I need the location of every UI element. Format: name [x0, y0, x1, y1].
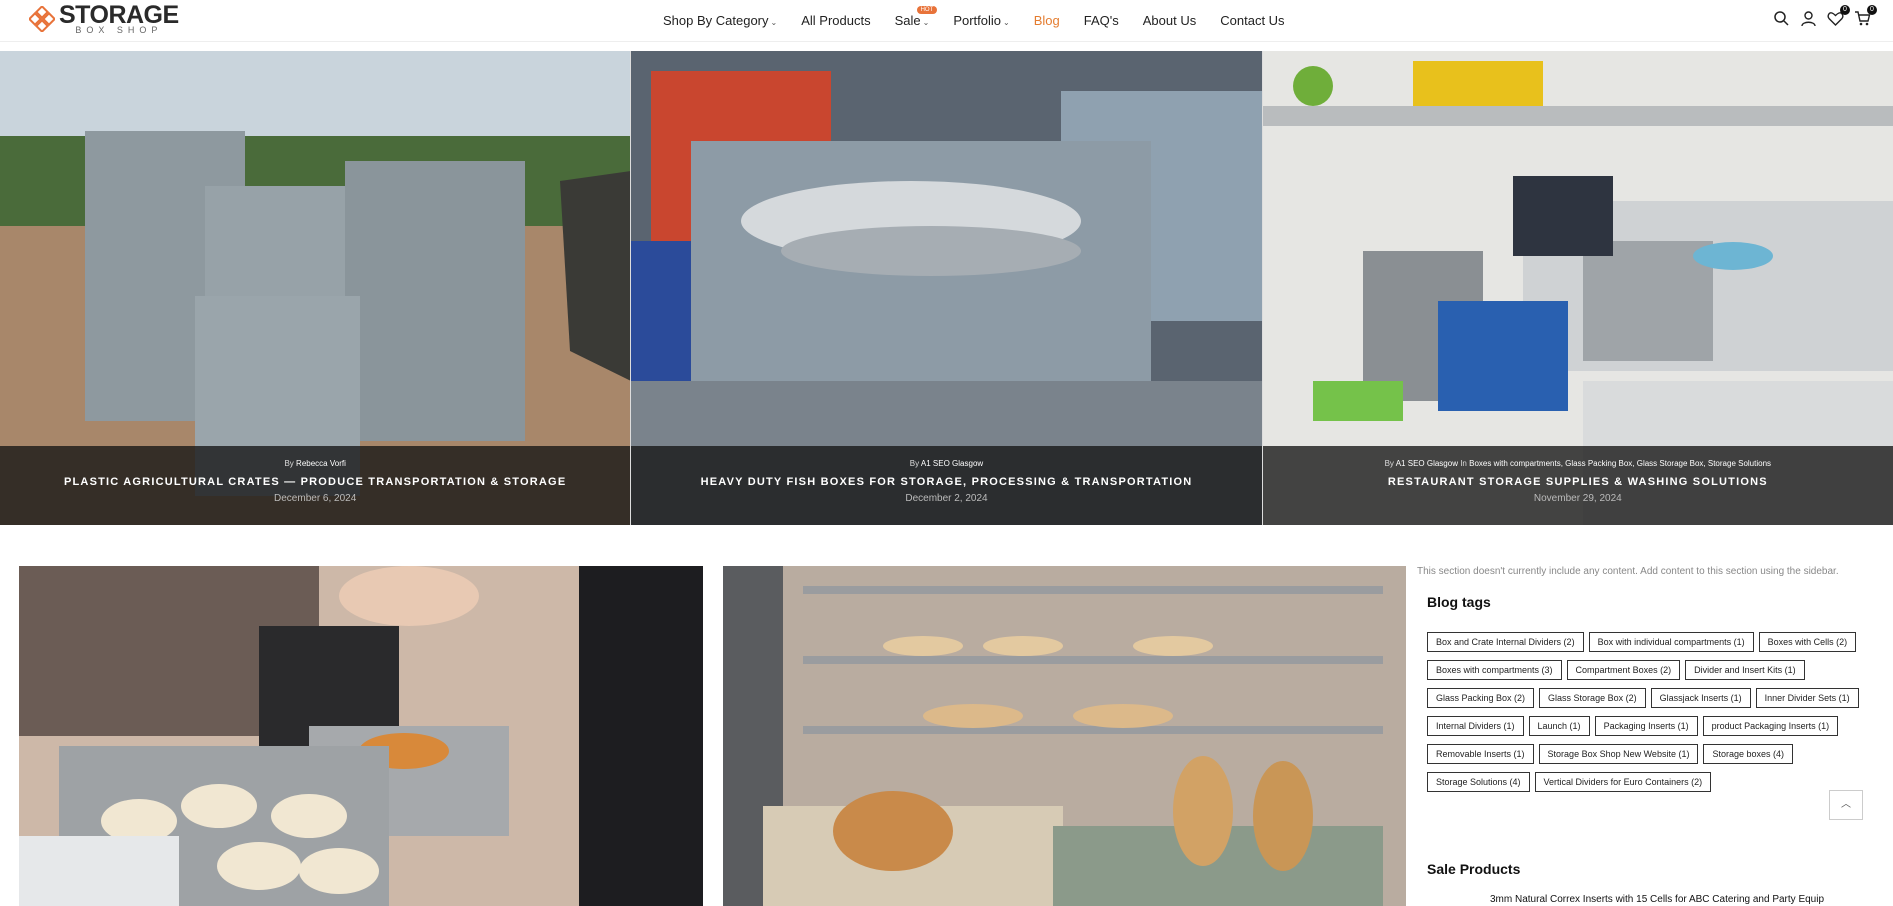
chevron-down-icon: ⌄: [1003, 17, 1010, 27]
nav-label: Portfolio: [953, 12, 1002, 28]
search-icon[interactable]: [1773, 10, 1790, 27]
hot-badge: HOT: [916, 5, 938, 14]
nav-label: Blog: [1033, 12, 1060, 28]
post-date: December 2, 2024: [905, 493, 988, 504]
featured-post-card[interactable]: By A1 SEO Glasgow In Boxes with compartm…: [1262, 51, 1893, 525]
header-icons: 0 0: [1773, 5, 1877, 27]
nav-sale[interactable]: Sale ⌄ HOT: [894, 5, 938, 28]
site-header: STORAGE BOX SHOP Shop By Category ⌄ All P…: [0, 0, 1893, 42]
post-meta: By A1 SEO Glasgow: [631, 459, 1261, 468]
tag-link[interactable]: Divider and Insert Kits (1): [1685, 660, 1805, 680]
nav-contact-us[interactable]: Contact Us: [1220, 13, 1284, 28]
post-author[interactable]: A1 SEO Glasgow: [921, 459, 983, 468]
chevron-down-icon: ⌄: [922, 17, 930, 27]
chevron-down-icon: ⌄: [770, 17, 778, 27]
post-author[interactable]: A1 SEO Glasgow: [1396, 459, 1458, 468]
tag-cloud: Box and Crate Internal Dividers (2) Box …: [1427, 632, 1867, 800]
nav-label: All Products: [801, 12, 871, 28]
nav-label: Contact Us: [1220, 12, 1285, 28]
cart-count-badge: 0: [1867, 5, 1877, 15]
post-date: November 29, 2024: [1533, 493, 1622, 504]
wishlist-count-badge: 0: [1840, 5, 1850, 15]
nav-about-us[interactable]: About Us: [1143, 13, 1196, 28]
featured-post-card[interactable]: By Rebecca Vorfi PLASTIC AGRICULTURAL CR…: [0, 51, 632, 525]
tag-link[interactable]: product Packaging Inserts (1): [1702, 716, 1839, 736]
tag-link[interactable]: Glassjack Inserts (1): [1650, 688, 1751, 708]
tag-link[interactable]: Boxes with compartments (3): [1427, 660, 1562, 680]
nav-all-products[interactable]: All Products: [801, 13, 870, 28]
tag-link[interactable]: Glass Storage Box (2): [1539, 688, 1646, 708]
post-title[interactable]: PLASTIC AGRICULTURAL CRATES — PRODUCE TR…: [0, 476, 630, 488]
logo-sub-text: BOX SHOP: [75, 25, 163, 35]
post-title[interactable]: HEAVY DUTY FISH BOXES FOR STORAGE, PROCE…: [631, 476, 1261, 488]
tag-link[interactable]: Storage Box Shop New Website (1): [1538, 744, 1699, 764]
post-categories[interactable]: Boxes with compartments, Glass Packing B…: [1469, 459, 1771, 468]
chevron-up-icon: ︿: [1841, 799, 1851, 810]
featured-posts: By Rebecca Vorfi PLASTIC AGRICULTURAL CR…: [0, 51, 1893, 525]
nav-label: Shop By Category: [663, 12, 769, 28]
tag-link[interactable]: Glass Packing Box (2): [1427, 688, 1535, 708]
nav-label: About Us: [1142, 12, 1197, 28]
nav-blog[interactable]: Blog: [1034, 13, 1060, 28]
post-image-bakery-racks: [723, 566, 1406, 906]
tag-link[interactable]: Packaging Inserts (1): [1594, 716, 1698, 736]
post-caption: By A1 SEO Glasgow HEAVY DUTY FISH BOXES …: [631, 446, 1262, 525]
by-label: By: [284, 459, 294, 468]
post-thumbnail-bakery[interactable]: [723, 566, 1406, 906]
nav-shop-by-category[interactable]: Shop By Category ⌄: [663, 13, 777, 28]
post-date: December 6, 2024: [274, 493, 357, 504]
tag-link[interactable]: Storage Solutions (4): [1427, 772, 1530, 792]
tag-link[interactable]: Internal Dividers (1): [1427, 716, 1524, 736]
tag-link[interactable]: Storage boxes (4): [1703, 744, 1793, 764]
blog-tags-heading: Blog tags: [1427, 594, 1491, 610]
tag-link[interactable]: Compartment Boxes (2): [1566, 660, 1681, 680]
tag-link[interactable]: Inner Divider Sets (1): [1755, 688, 1859, 708]
by-label: By: [909, 459, 920, 468]
wishlist-button[interactable]: 0: [1827, 5, 1850, 27]
site-logo[interactable]: STORAGE BOX SHOP: [29, 3, 179, 35]
tag-link[interactable]: Boxes with Cells (2): [1758, 632, 1857, 652]
nav-label: FAQ's: [1083, 12, 1119, 28]
by-label: By: [1384, 459, 1394, 468]
post-author[interactable]: Rebecca Vorfi: [296, 459, 346, 468]
tag-link[interactable]: Box and Crate Internal Dividers (2): [1427, 632, 1584, 652]
tag-link[interactable]: Vertical Dividers for Euro Containers (2…: [1534, 772, 1712, 792]
scroll-to-top-button[interactable]: ︿: [1829, 790, 1863, 820]
account-icon[interactable]: [1800, 10, 1817, 27]
post-title[interactable]: RESTAURANT STORAGE SUPPLIES & WASHING SO…: [1263, 476, 1893, 488]
nav-portfolio[interactable]: Portfolio ⌄: [953, 13, 1009, 28]
main-nav: Shop By Category ⌄ All Products Sale ⌄ HOT …: [663, 0, 1309, 40]
tag-link[interactable]: Removable Inserts (1): [1427, 744, 1534, 764]
blog-sidebar: This section doesn't currently include a…: [1417, 566, 1877, 905]
featured-post-card[interactable]: By A1 SEO Glasgow HEAVY DUTY FISH BOXES …: [631, 51, 1263, 525]
sale-product-link[interactable]: 3mm Natural Correx Inserts with 15 Cells…: [1490, 894, 1824, 905]
sale-products-heading: Sale Products: [1427, 861, 1521, 877]
post-caption: By Rebecca Vorfi PLASTIC AGRICULTURAL CR…: [0, 446, 631, 525]
logo-diamond-icon: [29, 6, 55, 32]
in-label: In: [1460, 459, 1467, 468]
post-thumbnail-pizza[interactable]: [19, 566, 703, 906]
tag-link[interactable]: Launch (1): [1528, 716, 1590, 736]
post-meta: By A1 SEO Glasgow In Boxes with compartm…: [1263, 459, 1893, 468]
tag-link[interactable]: Box with individual compartments (1): [1588, 632, 1754, 652]
post-image-pizza-dough: [19, 566, 703, 906]
cart-button[interactable]: 0: [1854, 5, 1877, 27]
nav-faqs[interactable]: FAQ's: [1084, 13, 1119, 28]
nav-label: Sale: [894, 12, 921, 28]
post-meta: By Rebecca Vorfi: [0, 459, 630, 468]
post-caption: By A1 SEO Glasgow In Boxes with compartm…: [1262, 446, 1893, 525]
sidebar-empty-note: This section doesn't currently include a…: [1417, 566, 1839, 577]
